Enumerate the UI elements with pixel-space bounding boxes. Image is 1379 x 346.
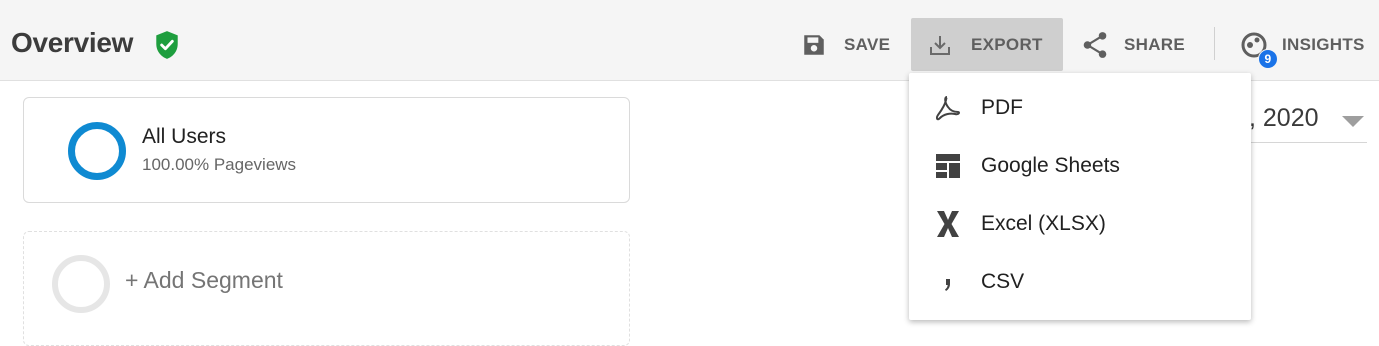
csv-icon [933,267,963,297]
menu-item-label: CSV [981,270,1025,293]
add-segment-card[interactable]: + Add Segment [23,231,630,346]
report-header: Overview SAVE EXPORT SHARE 9 INSIGHTS [0,0,1379,81]
export-menu-item-google-sheets[interactable]: Google Sheets [909,137,1251,195]
segment-color-ring [68,122,126,180]
segment-card-all-users[interactable]: All Users 100.00% Pageviews [23,97,630,203]
menu-item-label: PDF [981,96,1023,119]
export-menu-item-pdf[interactable]: PDF [909,79,1251,137]
download-icon [930,35,950,55]
export-button[interactable]: EXPORT [911,18,1063,71]
menu-item-label: Excel (XLSX) [981,212,1106,235]
floppy-disk-icon [804,34,824,55]
google-sheets-icon [933,151,963,181]
share-label: SHARE [1124,34,1186,54]
empty-segment-ring [52,255,110,313]
segment-detail: 100.00% Pageviews [142,155,297,174]
export-menu: PDF Google Sheets Excel (XLSX) CSV [909,73,1251,320]
insights-count-badge: 9 [1258,48,1278,69]
export-menu-item-csv[interactable]: CSV [909,253,1251,311]
toolbar-divider [1214,27,1215,60]
add-segment-label: + Add Segment [125,267,283,293]
chevron-down-icon[interactable] [1342,116,1364,127]
insights-button[interactable]: 9 INSIGHTS [1232,18,1379,71]
insights-icon-wrap: 9 [1238,25,1278,69]
pdf-icon [933,93,963,123]
page-title: Overview [11,27,134,58]
save-label: SAVE [844,34,891,54]
save-button[interactable]: SAVE [793,18,905,71]
date-range-underline [1243,142,1367,143]
share-button[interactable]: SHARE [1078,18,1198,71]
date-range-text: , 2020 [1249,104,1319,132]
verified-shield-icon [156,31,178,59]
export-menu-item-excel[interactable]: Excel (XLSX) [909,195,1251,253]
insights-label: INSIGHTS [1282,34,1365,54]
menu-item-label: Google Sheets [981,154,1120,177]
export-label: EXPORT [971,34,1043,54]
share-icon [1083,31,1107,58]
excel-icon [933,209,963,239]
segment-name: All Users [142,125,227,148]
